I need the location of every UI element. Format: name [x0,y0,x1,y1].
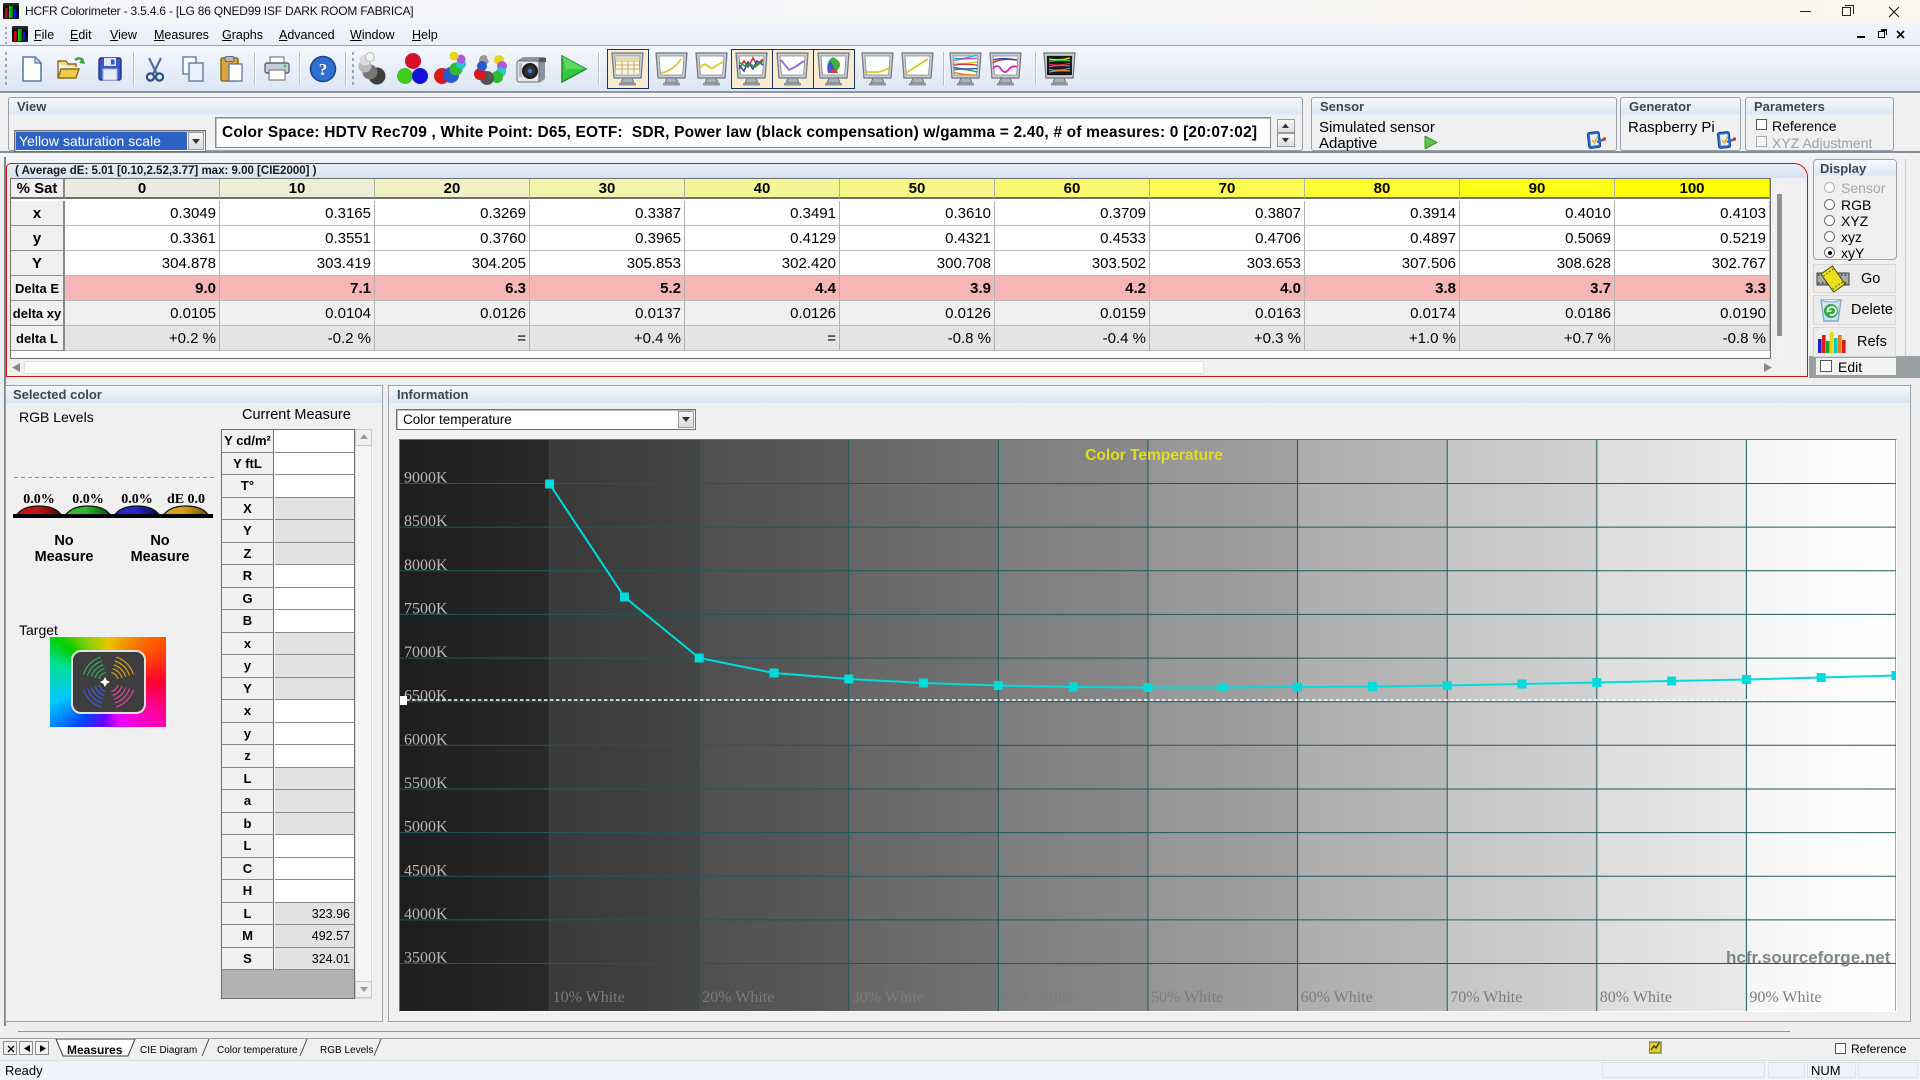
svg-text:20% White: 20% White [702,989,774,1006]
svg-text:5500K: 5500K [404,775,448,792]
svg-text:8000K: 8000K [404,557,448,574]
svg-text:30% White: 30% White [852,989,924,1006]
svg-text:5000K: 5000K [404,819,448,836]
svg-text:40% White: 40% White [1001,989,1073,1006]
svg-text:80% White: 80% White [1600,989,1672,1006]
svg-text:Color Temperature: Color Temperature [1085,447,1223,464]
svg-text:60% White: 60% White [1301,989,1373,1006]
svg-text:6000K: 6000K [404,731,448,748]
svg-text:9000K: 9000K [404,470,448,487]
svg-text:70% White: 70% White [1450,989,1522,1006]
svg-text:6500K: 6500K [404,688,448,705]
svg-text:4500K: 4500K [404,862,448,879]
svg-text:hcfr.sourceforge.net: hcfr.sourceforge.net [1726,948,1891,967]
svg-text:90% White: 90% White [1749,989,1821,1006]
svg-text:7500K: 7500K [404,600,448,617]
svg-text:7000K: 7000K [404,644,448,661]
svg-text:4000K: 4000K [404,906,448,923]
svg-text:10% White: 10% White [553,989,625,1006]
svg-text:50% White: 50% White [1151,989,1223,1006]
svg-text:8500K: 8500K [404,513,448,530]
svg-text:3500K: 3500K [404,950,448,967]
